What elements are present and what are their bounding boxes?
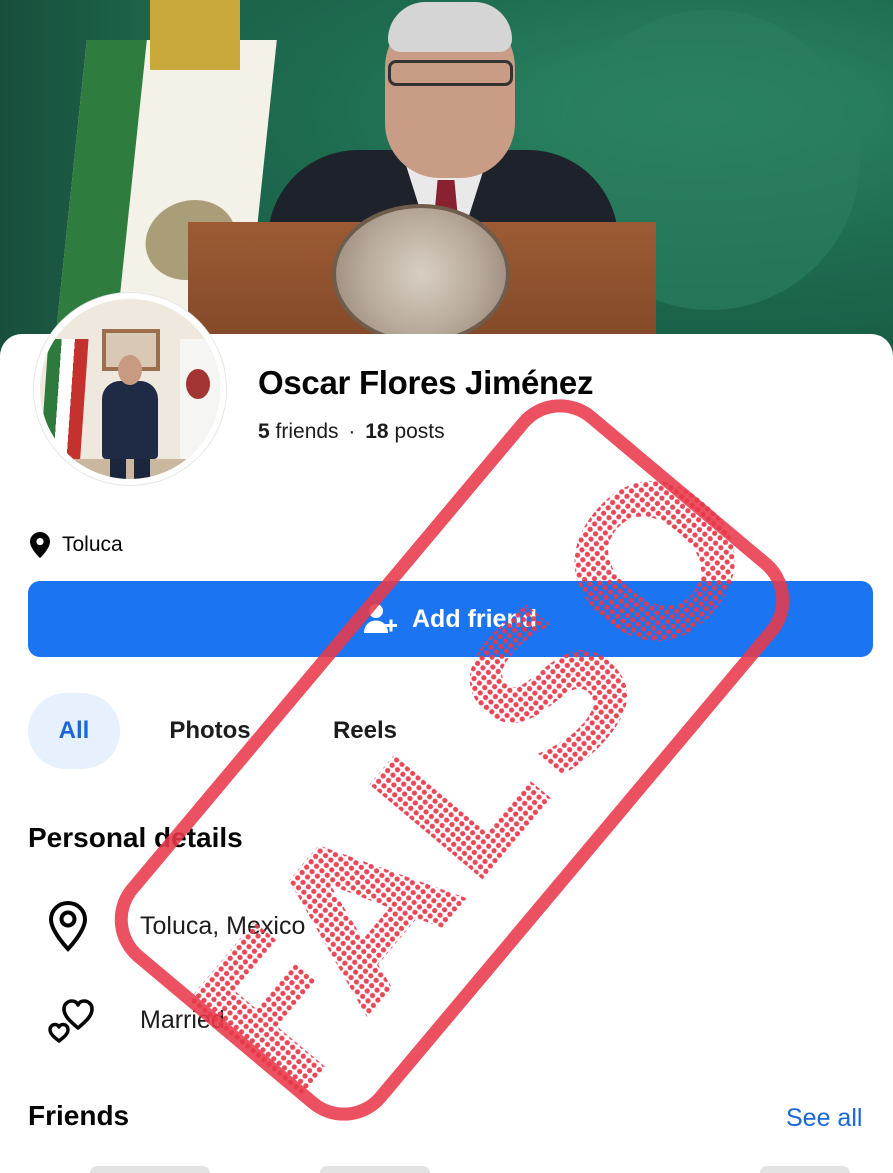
- see-all-friends-link[interactable]: See all: [786, 1104, 862, 1133]
- posts-label: posts: [394, 420, 445, 443]
- detail-relationship-text: Married: [140, 1005, 225, 1034]
- friends-preview-strip: [0, 1160, 893, 1173]
- tab-all[interactable]: All: [28, 693, 120, 769]
- posts-count: 18: [365, 420, 389, 443]
- profile-location: Toluca: [30, 530, 123, 560]
- cover-person-hair: [388, 2, 512, 52]
- stats-separator: ·: [348, 420, 356, 443]
- location-pin-icon: [30, 532, 50, 558]
- detail-relationship: Married: [48, 990, 225, 1050]
- location-pin-icon: [48, 900, 140, 952]
- tab-photos[interactable]: Photos: [140, 693, 280, 769]
- cover-flag-top: [150, 0, 240, 70]
- detail-location-text: Toluca, Mexico: [140, 911, 306, 940]
- cover-person-glasses: [388, 60, 513, 86]
- tab-reels[interactable]: Reels: [300, 693, 430, 769]
- avatar-flag-right: [180, 339, 220, 459]
- add-friend-button[interactable]: Add friend: [28, 581, 873, 657]
- friends-count[interactable]: 5: [258, 420, 270, 443]
- personal-details-title: Personal details: [28, 822, 243, 853]
- friends-label[interactable]: friends: [276, 420, 339, 443]
- cover-podium-seal: [332, 204, 510, 344]
- detail-location: Toluca, Mexico: [48, 896, 305, 956]
- add-friend-label: Add friend: [412, 604, 537, 633]
- profile-name: Oscar Flores Jiménez: [258, 364, 594, 401]
- profile-avatar[interactable]: [34, 293, 226, 485]
- add-friend-icon: [364, 603, 398, 635]
- profile-stats: 5 friends · 18 posts: [258, 420, 445, 444]
- hearts-icon: [48, 996, 140, 1044]
- avatar-person: [102, 381, 158, 459]
- friends-title: Friends: [28, 1100, 130, 1131]
- location-text: Toluca: [62, 533, 123, 556]
